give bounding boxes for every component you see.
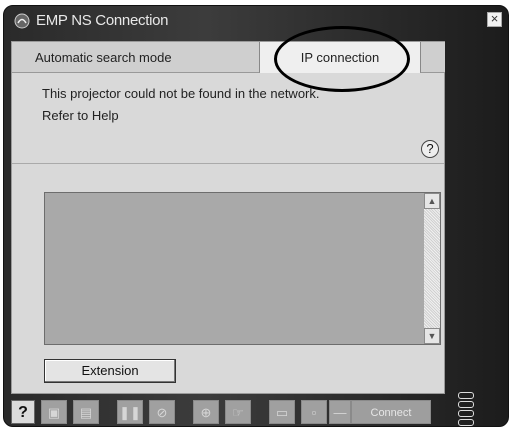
tab-ip-connection[interactable]: IP connection [260, 42, 420, 73]
no-image-icon[interactable]: ⊘ [149, 400, 175, 424]
toolbar-help-button[interactable]: ? [11, 400, 35, 424]
list-scrollbar[interactable]: ▲ ▼ [424, 193, 440, 344]
scroll-down-icon[interactable]: ▼ [424, 328, 440, 344]
monitor-icon[interactable]: ▣ [41, 400, 67, 424]
projector-list[interactable]: ▲ ▼ [44, 192, 441, 345]
close-button[interactable]: × [487, 12, 502, 27]
tab-strip-filler [420, 42, 445, 73]
mute-icon[interactable]: ▫ [301, 400, 327, 424]
resize-grip-icon[interactable] [458, 392, 474, 426]
status-message: This projector could not be found in the… [42, 86, 320, 101]
document-icon[interactable]: ▤ [73, 400, 99, 424]
divider [12, 163, 444, 164]
extension-button[interactable]: Extension [44, 359, 176, 383]
connect-button[interactable]: Connect [351, 400, 431, 424]
hand-icon[interactable]: ☞ [225, 400, 251, 424]
help-hint: Refer to Help [42, 108, 119, 123]
main-panel: Automatic search mode IP connection This… [11, 26, 445, 394]
window-title: EMP NS Connection [36, 12, 169, 29]
projector-app-icon [14, 13, 30, 29]
title-bar: EMP NS Connection [4, 6, 508, 34]
display-icon[interactable]: ▭ [269, 400, 295, 424]
cable-icon[interactable]: — [329, 400, 351, 424]
app-window: EMP NS Connection × Automatic search mod… [3, 5, 509, 427]
tab-automatic-search[interactable]: Automatic search mode [12, 42, 260, 73]
bottom-toolbar: ? ▣ ▤ ❚❚ ⊘ ⊕ ☞ ▭ ▫ — Connect [11, 398, 451, 426]
help-icon[interactable]: ? [421, 140, 439, 158]
pause-icon[interactable]: ❚❚ [117, 400, 143, 424]
zoom-icon[interactable]: ⊕ [193, 400, 219, 424]
scroll-up-icon[interactable]: ▲ [424, 193, 440, 209]
